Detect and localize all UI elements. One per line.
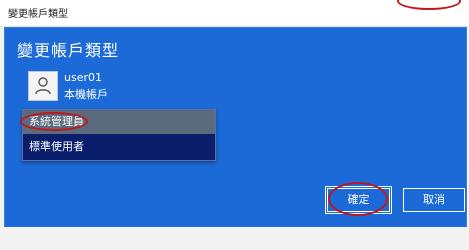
- window: 變更帳戶類型 變更帳戶類型 user01 本機帳戶 系統管理員 標準使用者 確定…: [0, 0, 469, 250]
- window-bottom: [0, 227, 469, 250]
- option-administrator[interactable]: 系統管理員: [23, 110, 215, 134]
- option-label: 系統管理員: [29, 115, 84, 128]
- option-standard-user[interactable]: 標準使用者: [23, 135, 215, 159]
- dialog-heading: 變更帳戶類型: [17, 41, 120, 60]
- ok-button[interactable]: 確定: [325, 186, 392, 214]
- annotation-circle: [397, 0, 461, 10]
- window-title: 變更帳戶類型: [8, 9, 68, 20]
- user-account-type: 本機帳戶: [64, 88, 108, 101]
- option-label: 標準使用者: [29, 140, 84, 153]
- account-type-dropdown[interactable]: 系統管理員 標準使用者: [20, 109, 216, 161]
- user-name: user01: [64, 71, 102, 84]
- change-account-type-dialog: 變更帳戶類型 user01 本機帳戶 系統管理員 標準使用者 確定 取消: [4, 27, 467, 228]
- title-bar: 變更帳戶類型: [0, 0, 469, 27]
- cancel-button[interactable]: 取消: [403, 188, 465, 212]
- user-avatar-icon: [28, 71, 58, 101]
